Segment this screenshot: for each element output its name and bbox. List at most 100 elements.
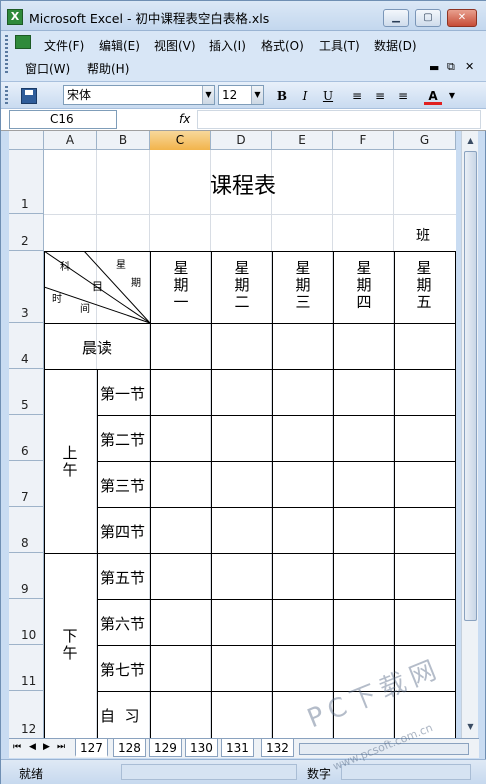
maximize-button[interactable]: ▢: [415, 9, 441, 27]
scroll-up-icon[interactable]: ▲: [464, 135, 477, 147]
mdi-minimize-icon[interactable]: ▬: [429, 61, 439, 74]
row-header[interactable]: 5: [9, 369, 43, 415]
close-button[interactable]: ✕: [447, 9, 477, 27]
first-sheet-icon[interactable]: ⏮: [13, 742, 21, 752]
excel-app-icon[interactable]: X: [7, 9, 23, 25]
period-label[interactable]: 第六节: [100, 613, 145, 634]
chevron-down-icon[interactable]: ▼: [443, 87, 461, 105]
worksheet-grid[interactable]: 课程表 班 科 星 目 期 时 间 星 期 一 星 期 二 星 期 三 星 期 …: [44, 150, 456, 738]
formula-bar: C16 fx: [1, 109, 486, 131]
menu-format[interactable]: 格式(O): [261, 37, 304, 54]
period-label[interactable]: 第二节: [100, 429, 145, 450]
workbook-icon[interactable]: [15, 35, 31, 49]
morning-read-label[interactable]: 晨读: [82, 337, 112, 358]
chevron-down-icon[interactable]: ▼: [251, 86, 263, 104]
menu-insert[interactable]: 插入(I): [209, 37, 246, 54]
row-header[interactable]: 12: [9, 691, 43, 738]
formatting-toolbar: 宋体 ▼ 12 ▼ B I U ≡ ≡ ≡ A ▼: [1, 81, 486, 109]
day-header-monday[interactable]: 星 期 一: [171, 260, 191, 311]
column-header-c[interactable]: C: [150, 131, 211, 150]
diag-label-xing: 星: [116, 260, 126, 271]
column-header-d[interactable]: D: [211, 131, 272, 150]
menu-edit[interactable]: 编辑(E): [99, 37, 140, 54]
period-label[interactable]: 第四节: [100, 521, 145, 542]
fx-icon[interactable]: fx: [179, 112, 190, 126]
column-header-a[interactable]: A: [44, 131, 97, 150]
sheet-tab-131[interactable]: 131: [221, 739, 254, 757]
menu-data[interactable]: 数据(D): [374, 37, 417, 54]
underline-button[interactable]: U: [319, 87, 337, 105]
name-box[interactable]: C16: [9, 110, 117, 129]
afternoon-label[interactable]: 下 午: [60, 628, 80, 662]
row-header[interactable]: 9: [9, 553, 43, 599]
mdi-restore-icon[interactable]: ⧉: [447, 60, 455, 74]
sheet-tab-129[interactable]: 129: [149, 739, 182, 757]
formula-input[interactable]: [197, 110, 481, 129]
row-header[interactable]: 10: [9, 599, 43, 645]
menu-view[interactable]: 视图(V): [154, 37, 196, 54]
period-label[interactable]: 第三节: [100, 475, 145, 496]
column-header-g[interactable]: G: [394, 131, 456, 150]
day-header-wednesday[interactable]: 星 期 三: [293, 260, 313, 311]
period-label[interactable]: 第七节: [100, 659, 145, 680]
next-sheet-icon[interactable]: ▶: [43, 742, 50, 752]
font-color-button[interactable]: A: [424, 87, 442, 105]
title-bar: X Microsoft Excel - 初中课程表空白表格.xls ▁ ▢ ✕: [1, 1, 486, 31]
row-header[interactable]: 11: [9, 645, 43, 691]
menu-file[interactable]: 文件(F): [44, 37, 84, 54]
schedule-title[interactable]: 课程表: [210, 168, 276, 200]
column-header-e[interactable]: E: [272, 131, 333, 150]
chevron-down-icon[interactable]: ▼: [202, 86, 214, 104]
prev-sheet-icon[interactable]: ◀: [29, 742, 36, 752]
font-family-select[interactable]: 宋体 ▼: [63, 85, 215, 105]
save-icon[interactable]: [21, 88, 37, 104]
sheet-tab-128[interactable]: 128: [113, 739, 146, 757]
row-header[interactable]: 2: [9, 214, 43, 251]
last-sheet-icon[interactable]: ⏭: [57, 742, 65, 752]
sheet-tab-132[interactable]: 132: [261, 739, 294, 757]
menubar-grip[interactable]: [5, 35, 8, 75]
status-bar: 就绪 数字: [1, 759, 486, 784]
menu-tools[interactable]: 工具(T): [319, 37, 360, 54]
diag-label-qi: 期: [131, 278, 141, 289]
menu-window[interactable]: 窗口(W): [25, 60, 70, 77]
column-header-f[interactable]: F: [333, 131, 394, 150]
morning-label[interactable]: 上 午: [60, 445, 80, 479]
day-header-thursday[interactable]: 星 期 四: [354, 260, 374, 311]
period-label[interactable]: 第一节: [100, 383, 145, 404]
diag-label-jian: 间: [80, 304, 90, 315]
period-label[interactable]: 自 习: [100, 705, 140, 726]
status-panel: [341, 764, 471, 780]
scroll-down-icon[interactable]: ▼: [464, 721, 477, 733]
diag-label-mu: 目: [92, 280, 103, 293]
window-title: Microsoft Excel - 初中课程表空白表格.xls: [29, 11, 270, 26]
row-header[interactable]: 4: [9, 323, 43, 369]
align-right-icon[interactable]: ≡: [394, 87, 412, 105]
day-header-tuesday[interactable]: 星 期 二: [232, 260, 252, 311]
sheet-tab-130[interactable]: 130: [185, 739, 218, 757]
scroll-thumb[interactable]: [464, 151, 477, 621]
select-all-corner[interactable]: [9, 131, 44, 150]
toolbar-grip[interactable]: [5, 86, 8, 106]
row-header[interactable]: 1: [9, 150, 43, 214]
period-label[interactable]: 第五节: [100, 567, 145, 588]
sheet-tab-127[interactable]: 127: [75, 739, 108, 757]
column-header-b[interactable]: B: [97, 131, 150, 150]
italic-button[interactable]: I: [296, 87, 314, 105]
row-headers: 1 2 3 4 5 6 7 8 9 10 11 12: [9, 150, 44, 738]
align-left-icon[interactable]: ≡: [348, 87, 366, 105]
align-center-icon[interactable]: ≡: [371, 87, 389, 105]
day-header-friday[interactable]: 星 期 五: [414, 260, 434, 311]
menu-help[interactable]: 帮助(H): [87, 60, 129, 77]
row-header[interactable]: 3: [9, 251, 43, 323]
bold-button[interactable]: B: [273, 87, 291, 105]
row-header[interactable]: 8: [9, 507, 43, 553]
font-size-select[interactable]: 12 ▼: [218, 85, 264, 105]
status-ready: 就绪: [19, 767, 44, 781]
row-header[interactable]: 6: [9, 415, 43, 461]
mdi-close-icon[interactable]: ✕: [465, 60, 474, 73]
row-header[interactable]: 7: [9, 461, 43, 507]
minimize-button[interactable]: ▁: [383, 9, 409, 27]
vertical-scrollbar[interactable]: ▲ ▼: [461, 131, 478, 738]
class-label[interactable]: 班: [416, 225, 430, 245]
